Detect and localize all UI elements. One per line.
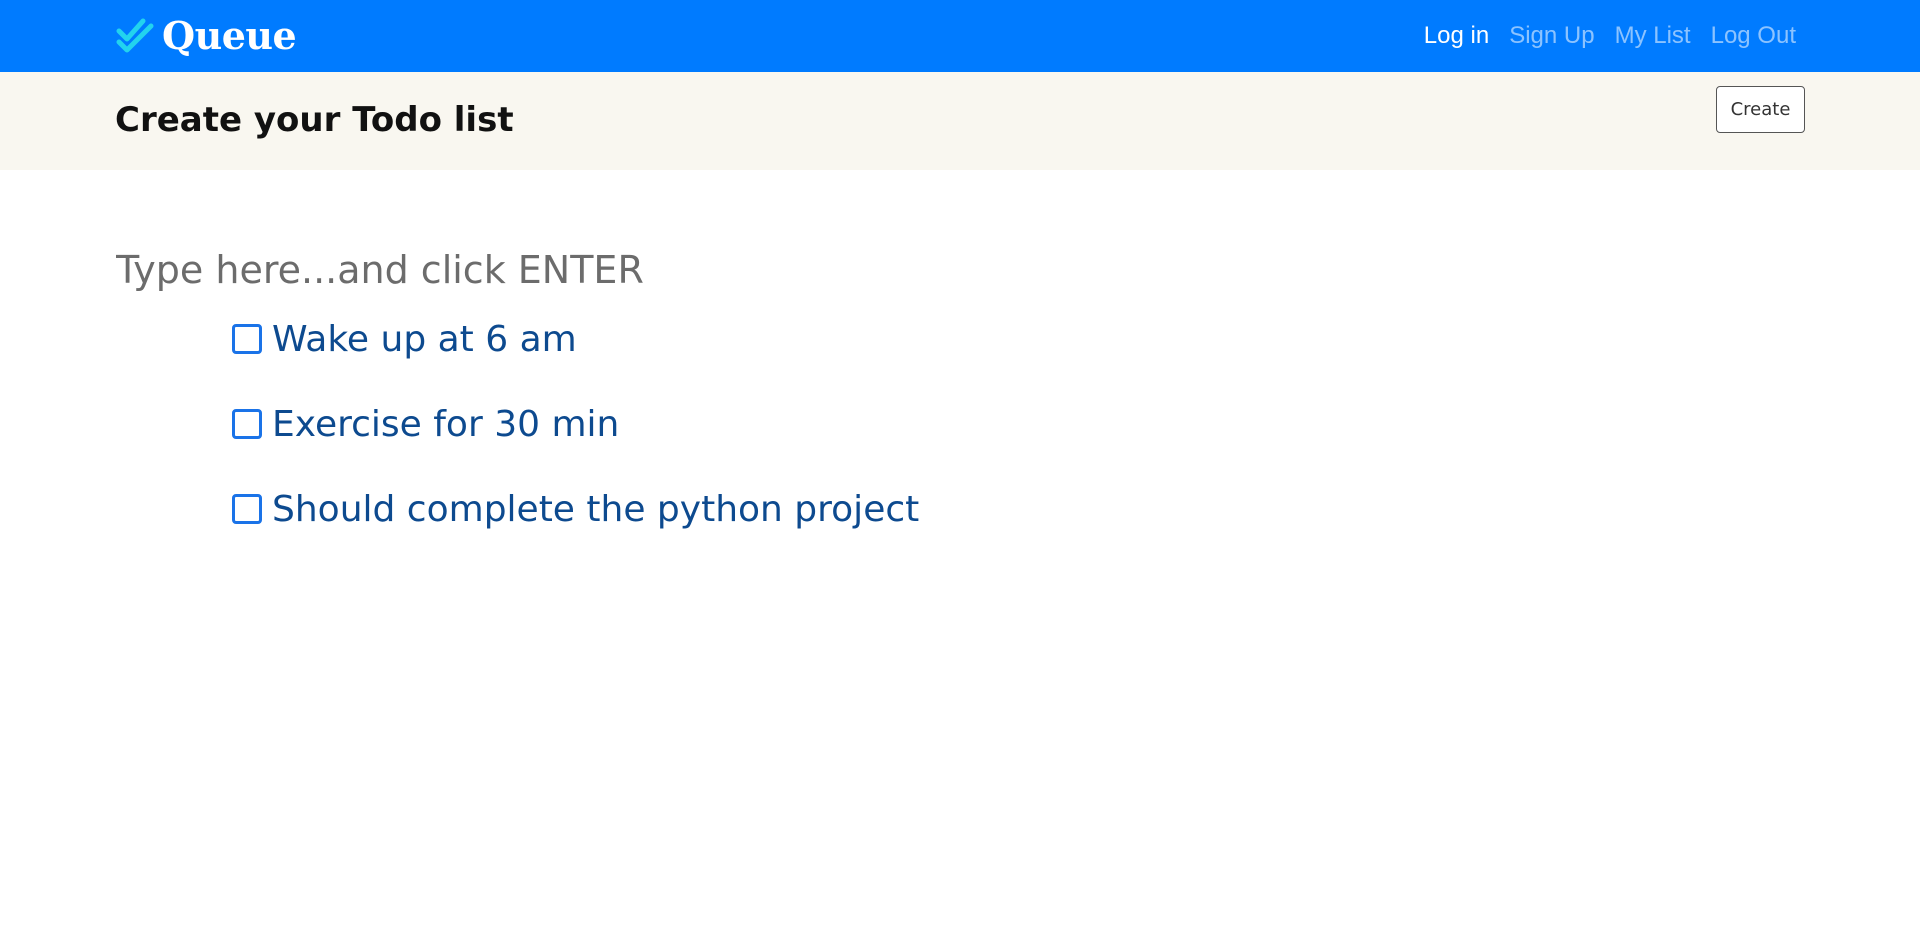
todo-item: Exercise for 30 min: [232, 397, 919, 451]
nav-link-sign-up[interactable]: Sign Up: [1509, 22, 1594, 50]
todo-input[interactable]: [116, 240, 916, 300]
nav-link-log-in[interactable]: Log in: [1424, 22, 1489, 50]
brand-logo[interactable]: Queue: [116, 13, 297, 58]
navbar: Queue Log in Sign Up My List Log Out: [0, 0, 1920, 72]
todo-item-text[interactable]: Wake up at 6 am: [272, 319, 577, 360]
nav-link-my-list[interactable]: My List: [1615, 22, 1691, 50]
todo-item-text[interactable]: Should complete the python project: [272, 489, 919, 530]
todo-checkbox[interactable]: [232, 409, 262, 439]
todo-item: Wake up at 6 am: [232, 312, 919, 366]
todo-checkbox[interactable]: [232, 494, 262, 524]
create-button[interactable]: Create: [1716, 86, 1805, 133]
todo-item: Should complete the python project: [232, 482, 919, 536]
brand-name: Queue: [162, 13, 297, 58]
todo-checkbox[interactable]: [232, 324, 262, 354]
page-title: Create your Todo list: [115, 100, 514, 140]
todo-item-text[interactable]: Exercise for 30 min: [272, 404, 619, 445]
subheader: Create your Todo list Create: [0, 72, 1920, 170]
nav-links: Log in Sign Up My List Log Out: [1424, 0, 1796, 72]
nav-link-log-out[interactable]: Log Out: [1711, 22, 1796, 50]
double-check-icon: [116, 17, 154, 55]
todo-list: Wake up at 6 am Exercise for 30 min Shou…: [232, 312, 919, 567]
